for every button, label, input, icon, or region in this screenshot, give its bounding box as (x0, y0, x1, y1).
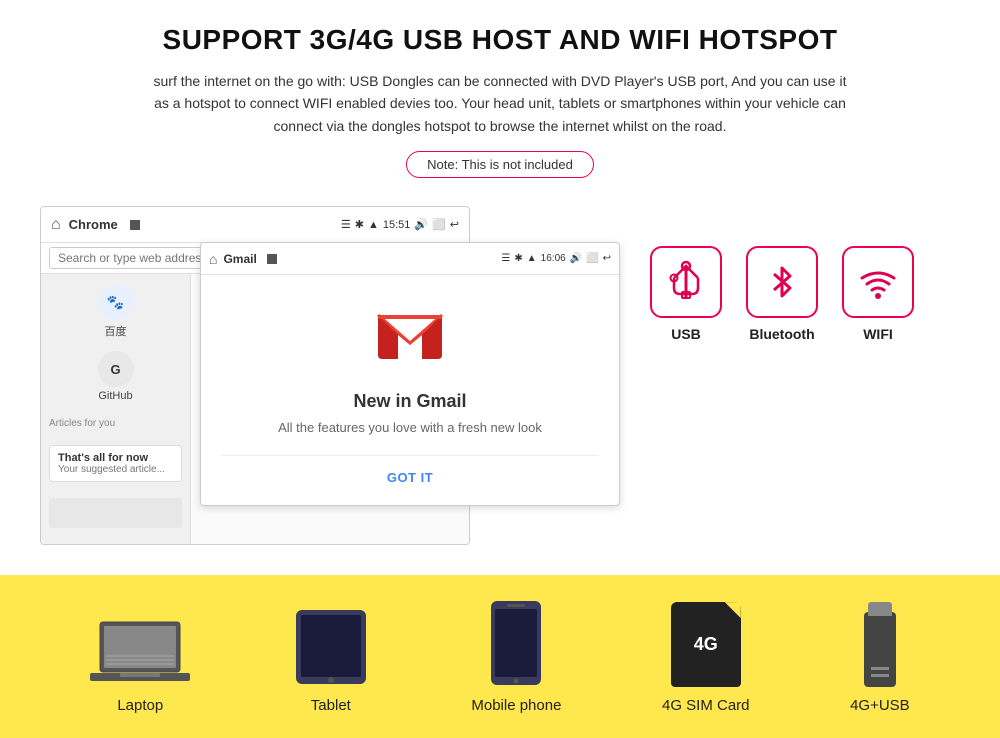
gmail-bt-icon: ✱ (514, 253, 522, 264)
gmail-time: 16:06 (541, 253, 566, 264)
bt-status-icon: ✱ (355, 218, 364, 231)
mobile-label: Mobile phone (471, 697, 561, 714)
laptop-icon (90, 617, 190, 687)
usb-drive-box (864, 612, 896, 687)
usb-drive-item: 4G+USB (850, 612, 910, 714)
thats-all-title: That's all for now (58, 452, 173, 464)
bluetooth-label: Bluetooth (749, 326, 814, 342)
thats-all-sub: Your suggested article... (58, 464, 173, 475)
tab-square-icon (130, 220, 140, 230)
top-section: SUPPORT 3G/4G USB HOST AND WIFI HOTSPOT … (0, 0, 1000, 206)
tablet-svg (291, 607, 371, 687)
volume-icon: 🔊 (414, 218, 428, 231)
sim-label: 4G SIM Card (662, 697, 750, 714)
wifi-label: WIFI (863, 326, 893, 342)
conn-bluetooth-item: Bluetooth (746, 246, 818, 342)
baidu-circle: 🐾 (98, 284, 134, 320)
description-text: surf the internet on the go with: USB Do… (150, 70, 850, 137)
laptop-item: Laptop (90, 617, 190, 714)
gmail-status-icons: ☰ ✱ ▲ 16:06 🔊 ⬜ ↩ (501, 253, 611, 264)
middle-section: ⌂ Chrome ☰ ✱ ▲ 15:51 🔊 ⬜ ↩ ⊞ ⋮ (0, 206, 1000, 545)
gmail-net-icon: ☰ (501, 253, 510, 264)
laptop-svg (90, 617, 190, 687)
conn-usb-item: USB (650, 246, 722, 342)
tablet-icon (291, 607, 371, 687)
mobile-item: Mobile phone (471, 599, 561, 714)
gmail-bar: ⌂ Gmail ☰ ✱ ▲ 16:06 🔊 ⬜ ↩ (201, 243, 619, 275)
gmail-overlay: ⌂ Gmail ☰ ✱ ▲ 16:06 🔊 ⬜ ↩ (200, 242, 620, 506)
screenshot-icon: ⬜ (432, 218, 446, 231)
tablet-item: Tablet (291, 607, 371, 714)
usb-drive-stripe (871, 667, 889, 670)
icons-panel: USB Bluetooth (650, 206, 950, 342)
usb-icon-box (650, 246, 722, 318)
left-panel: 🐾 百度 G GitHub Articles for you That's al… (41, 274, 191, 544)
status-icons: ☰ ✱ ▲ 15:51 🔊 ⬜ ↩ (341, 218, 459, 231)
baidu-icon-item: 🐾 百度 (49, 284, 182, 339)
usb-drive-stripe2 (871, 674, 889, 677)
time-label: 15:51 (383, 219, 411, 231)
bluetooth-icon-box (746, 246, 818, 318)
articles-label: Articles for you (49, 414, 182, 433)
suggested-article-bar (49, 498, 182, 528)
usb-drive-icon (864, 612, 896, 687)
home-icon: ⌂ (51, 216, 61, 234)
gmail-wifi-icon: ▲ (527, 253, 537, 264)
wifi-status-icon: ▲ (368, 219, 379, 231)
gmail-body: New in Gmail All the features you love w… (201, 275, 619, 505)
bottom-section: Laptop Tablet Mobile phone 4G (0, 575, 1000, 738)
sim-card-text: 4G (694, 634, 718, 655)
gmail-new-title: New in Gmail (353, 391, 466, 412)
browser-tab-name: Chrome (69, 217, 118, 232)
note-box: Note: This is not included (406, 151, 594, 178)
browser-bar: ⌂ Chrome ☰ ✱ ▲ 15:51 🔊 ⬜ ↩ (41, 207, 469, 243)
wifi-svg (856, 260, 900, 304)
sim-icon: 4G (671, 602, 741, 687)
thats-all-box: That's all for now Your suggested articl… (49, 445, 182, 482)
gmail-screen-icon: ⬜ (586, 253, 598, 264)
mobile-icon (489, 599, 543, 687)
laptop-label: Laptop (117, 697, 163, 714)
gmail-home-icon: ⌂ (209, 251, 217, 267)
page-title: SUPPORT 3G/4G USB HOST AND WIFI HOTSPOT (40, 24, 960, 56)
sim-item: 4G 4G SIM Card (662, 602, 750, 714)
usb-drive-label: 4G+USB (850, 697, 910, 714)
gmail-got-it-button[interactable]: GOT IT (221, 455, 599, 485)
github-circle: G (98, 351, 134, 387)
gmail-tab-square (267, 254, 277, 264)
gmail-app-name: Gmail (223, 252, 256, 266)
back-icon: ↩ (450, 218, 459, 231)
bluetooth-svg (760, 260, 804, 304)
gmail-logo-svg (370, 295, 450, 375)
baidu-label: 百度 (105, 323, 127, 339)
sim-card-box: 4G (671, 602, 741, 687)
screenshot-wrapper: ⌂ Chrome ☰ ✱ ▲ 15:51 🔊 ⬜ ↩ ⊞ ⋮ (40, 206, 620, 545)
network-icon: ☰ (341, 218, 351, 231)
usb-svg (664, 260, 708, 304)
usb-drive-top (868, 602, 892, 616)
github-icon-item: G GitHub (49, 351, 182, 402)
wifi-icon-box (842, 246, 914, 318)
tablet-label: Tablet (311, 697, 351, 714)
gmail-back-icon: ↩ (603, 253, 611, 264)
usb-label: USB (671, 326, 701, 342)
conn-wifi-item: WIFI (842, 246, 914, 342)
mobile-svg (489, 599, 543, 687)
connectivity-icons: USB Bluetooth (650, 246, 914, 342)
gmail-new-sub: All the features you love with a fresh n… (278, 420, 542, 435)
gmail-vol-icon: 🔊 (570, 253, 582, 264)
github-label: GitHub (98, 390, 132, 402)
